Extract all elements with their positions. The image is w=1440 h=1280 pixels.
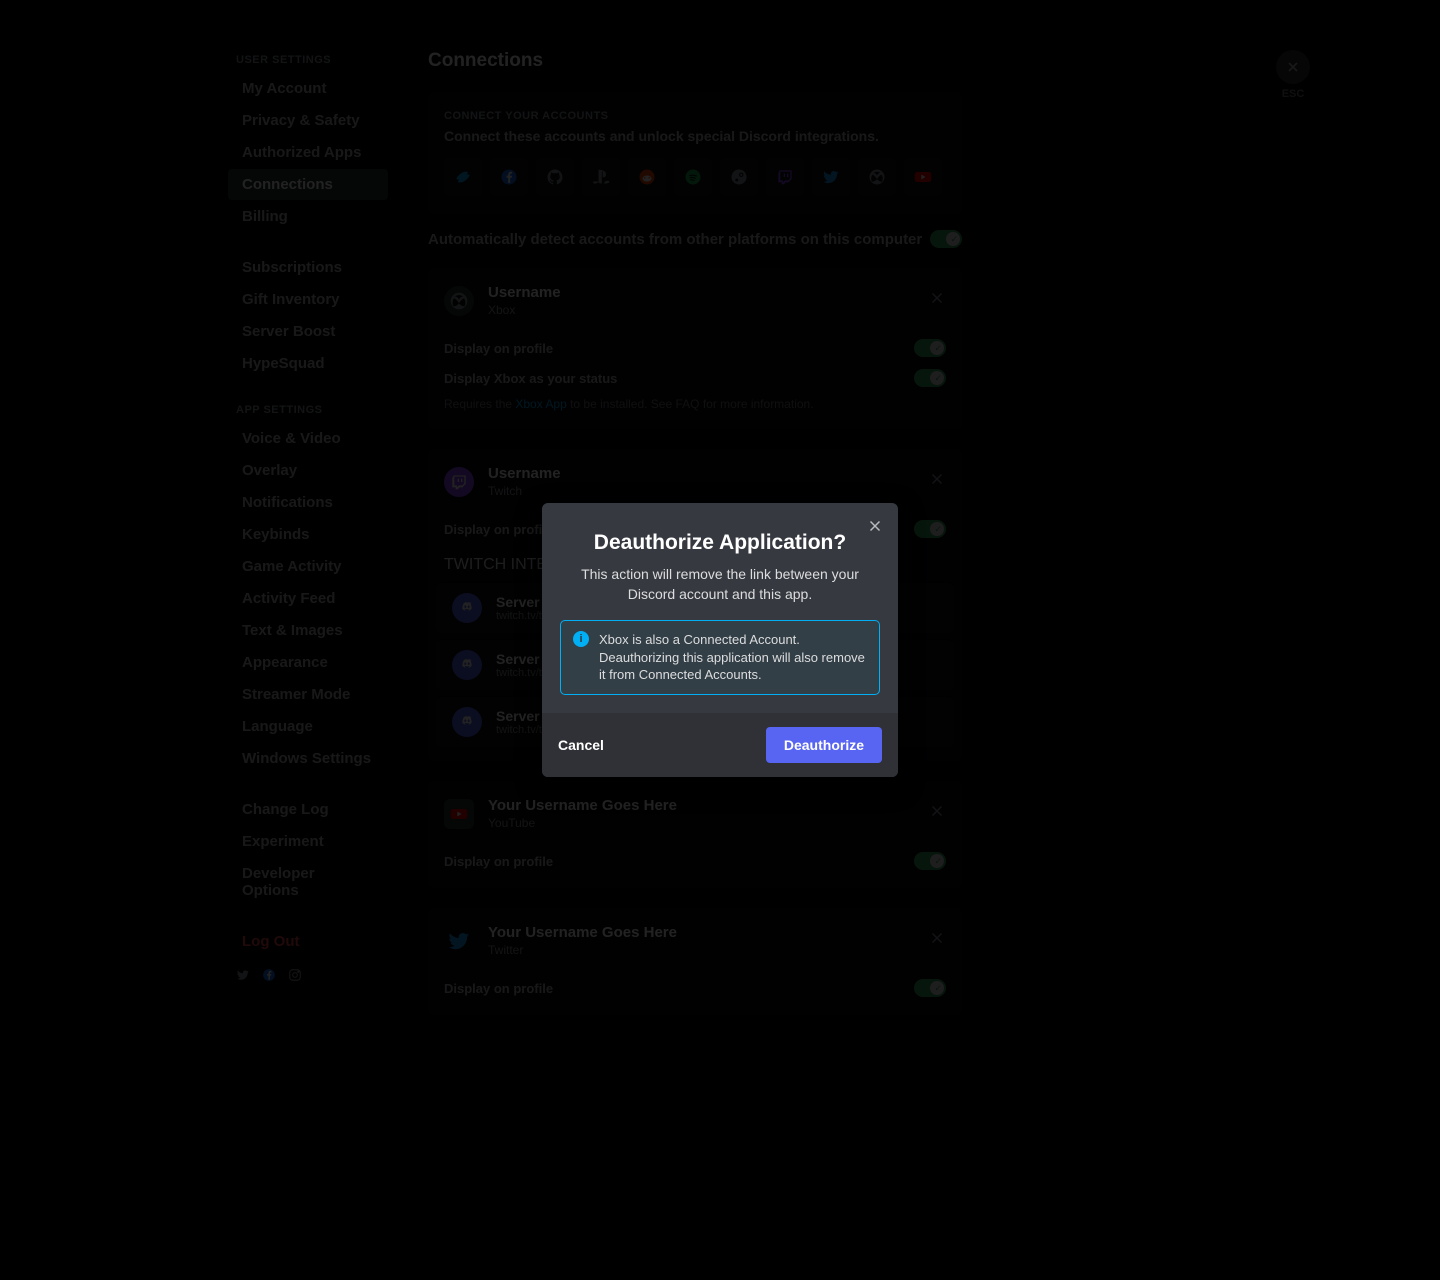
modal-info-box: i Xbox is also a Connected Account. Deau… — [560, 620, 880, 695]
modal-scrim[interactable]: Deauthorize Application? This action wil… — [0, 0, 1440, 1280]
modal-close-button[interactable] — [866, 517, 884, 540]
info-icon: i — [573, 631, 589, 647]
cancel-button[interactable]: Cancel — [558, 737, 604, 753]
modal-info-text: Xbox is also a Connected Account. Deauth… — [599, 631, 867, 684]
modal-subtitle: This action will remove the link between… — [560, 565, 880, 604]
modal-title: Deauthorize Application? — [560, 531, 880, 555]
deauthorize-modal: Deauthorize Application? This action wil… — [542, 503, 898, 777]
deauthorize-button[interactable]: Deauthorize — [766, 727, 882, 763]
